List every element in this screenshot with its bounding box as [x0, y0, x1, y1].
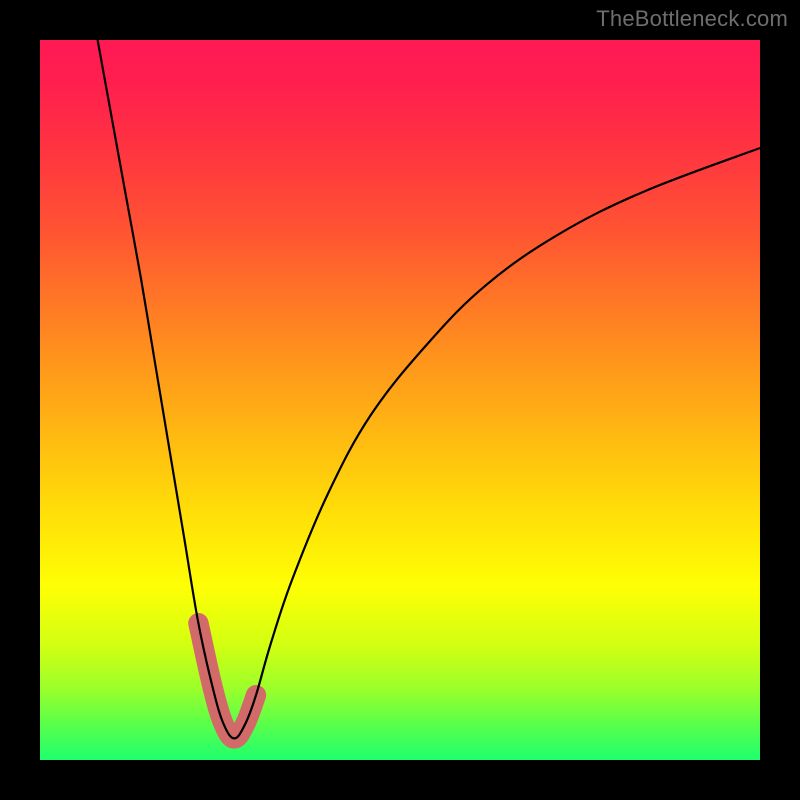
chart-svg	[40, 40, 760, 760]
chart-frame: TheBottleneck.com	[0, 0, 800, 800]
plot-area	[40, 40, 760, 760]
watermark-text: TheBottleneck.com	[596, 6, 788, 32]
